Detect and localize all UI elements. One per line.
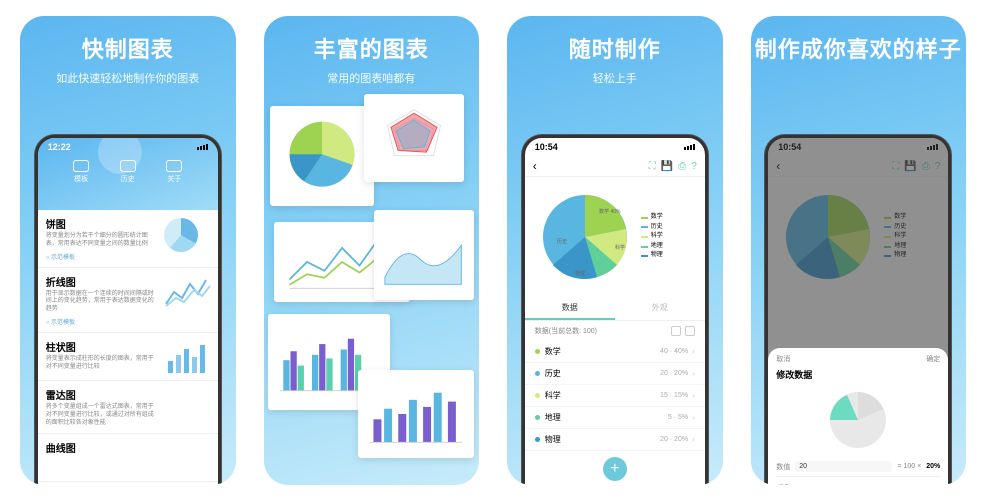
data-row[interactable]: 物理20 · 20%› — [525, 429, 705, 451]
phone-mock-4: 10:54 ‹ ⛶ 💾 ⎙ ? 数学 历史 科学 — [765, 135, 951, 485]
panel-title: 快制图表 — [56, 32, 199, 64]
list-item[interactable]: 柱状图将变量表示成柱形的长度的图表，常用于对不同变量进行比较 — [38, 333, 218, 381]
value-input[interactable]: 20 — [795, 461, 892, 472]
expand-icon[interactable]: ⛶ — [649, 161, 656, 172]
panel-subtitle: 常用的图表咱都有 — [314, 70, 429, 86]
promo-panel-1: 快制图表 如此快速轻松地制作你的图表 12:22 模板 历史 关于 饼图将变量划… — [20, 16, 236, 485]
list-item[interactable]: 曲线图 — [38, 434, 218, 482]
sample-area-card — [374, 210, 474, 300]
panel-title: 丰富的图表 — [314, 32, 429, 64]
pie-icon — [164, 218, 198, 252]
color-label: 颜色 — [776, 483, 940, 485]
save-icon[interactable]: 💾 — [661, 161, 673, 172]
pie-legend: 数学 历史 科学 地理 物理 — [641, 213, 663, 261]
list-icon[interactable] — [685, 326, 695, 336]
export-icon[interactable]: ⎙ — [678, 161, 686, 172]
panel-subtitle: 轻松上手 — [569, 70, 661, 86]
edit-data-sheet: 取消 确定 修改数据 数值 20 = 100 × 20% 颜色 选择 文本显示区… — [768, 348, 948, 485]
back-icon[interactable]: ‹ — [533, 159, 537, 173]
promo-panel-2: 丰富的图表 常用的图表咱都有 — [264, 16, 480, 485]
panel-title: 随时制作 — [569, 32, 661, 64]
mini-pie — [825, 387, 891, 453]
panel-subtitle: 如此快速轻松地制作你的图表 — [56, 70, 199, 86]
data-row[interactable]: 历史20 · 20%› — [525, 363, 705, 385]
sample-radar-card — [364, 94, 464, 182]
svg-text:数学 40%: 数学 40% — [599, 208, 621, 215]
tab-templates[interactable]: 模板 — [73, 160, 89, 184]
value-pct: 20% — [926, 463, 940, 470]
line-icon — [164, 276, 212, 310]
status-time: 12:22 — [48, 142, 71, 152]
sample-bar-card — [358, 370, 474, 458]
data-row[interactable]: 地理5 · 5%› — [525, 407, 705, 429]
svg-text:科学: 科学 — [615, 244, 625, 251]
status-time: 10:54 — [535, 142, 558, 152]
panel-title: 制作成你喜欢的样子 — [755, 32, 962, 64]
pie-chart: 数学 40% 科学 物理 历史 数学 历史 科学 地理 物理 — [525, 177, 705, 297]
data-row[interactable]: 数学40 · 40%› — [525, 341, 705, 363]
signal-icon — [197, 144, 208, 150]
svg-text:历史: 历史 — [557, 238, 567, 245]
phone-mock-3: 10:54 ‹ ⛶ 💾 ⎙ ? 数学 40% 科学 物理 历史 — [522, 135, 708, 485]
grid-icon[interactable] — [671, 326, 681, 336]
list-item[interactable]: 饼图将变量划分为若干个细分的圆形统计图表，常用表达不同变量之间的数量比例○ 示范… — [38, 210, 218, 268]
list-item[interactable]: 雷达图将多个变量组成一个雷达式图表，常用于对不同变量进行比较，或通过对所有组成的… — [38, 381, 218, 434]
promo-panel-3: 随时制作 轻松上手 10:54 ‹ ⛶ 💾 ⎙ ? 数学 40% — [507, 16, 723, 485]
chart-type-list: 饼图将变量划分为若干个细分的圆形统计图表，常用表达不同变量之间的数量比例○ 示范… — [38, 210, 218, 482]
tab-appearance[interactable]: 外观 — [615, 297, 705, 320]
help-icon[interactable]: ? — [691, 161, 697, 172]
ok-button[interactable]: 确定 — [926, 354, 940, 364]
sheet-title: 修改数据 — [776, 368, 940, 381]
data-row[interactable]: 科学15 · 15%› — [525, 385, 705, 407]
data-total-label: 数据(当前总数: 100) — [535, 326, 597, 336]
svg-text:物理: 物理 — [575, 270, 585, 277]
signal-icon — [684, 144, 695, 150]
sample-pie-card — [270, 106, 374, 206]
bar-icon — [164, 341, 212, 375]
value-label: 数值 — [776, 462, 790, 472]
list-item[interactable]: 折线图用于显示数据在一个连续的时间间隔或时间上的变化趋势，常用于表达数据变化的趋… — [38, 268, 218, 333]
cancel-button[interactable]: 取消 — [776, 354, 790, 364]
tab-about[interactable]: 关于 — [166, 160, 182, 184]
phone-mock-1: 12:22 模板 历史 关于 饼图将变量划分为若干个细分的圆形统计图表，常用表达… — [35, 135, 221, 485]
add-button[interactable]: + — [603, 457, 627, 481]
tab-data[interactable]: 数据 — [525, 297, 615, 320]
promo-panel-4: 制作成你喜欢的样子 10:54 ‹ ⛶ 💾 ⎙ ? 数学 — [751, 16, 967, 485]
